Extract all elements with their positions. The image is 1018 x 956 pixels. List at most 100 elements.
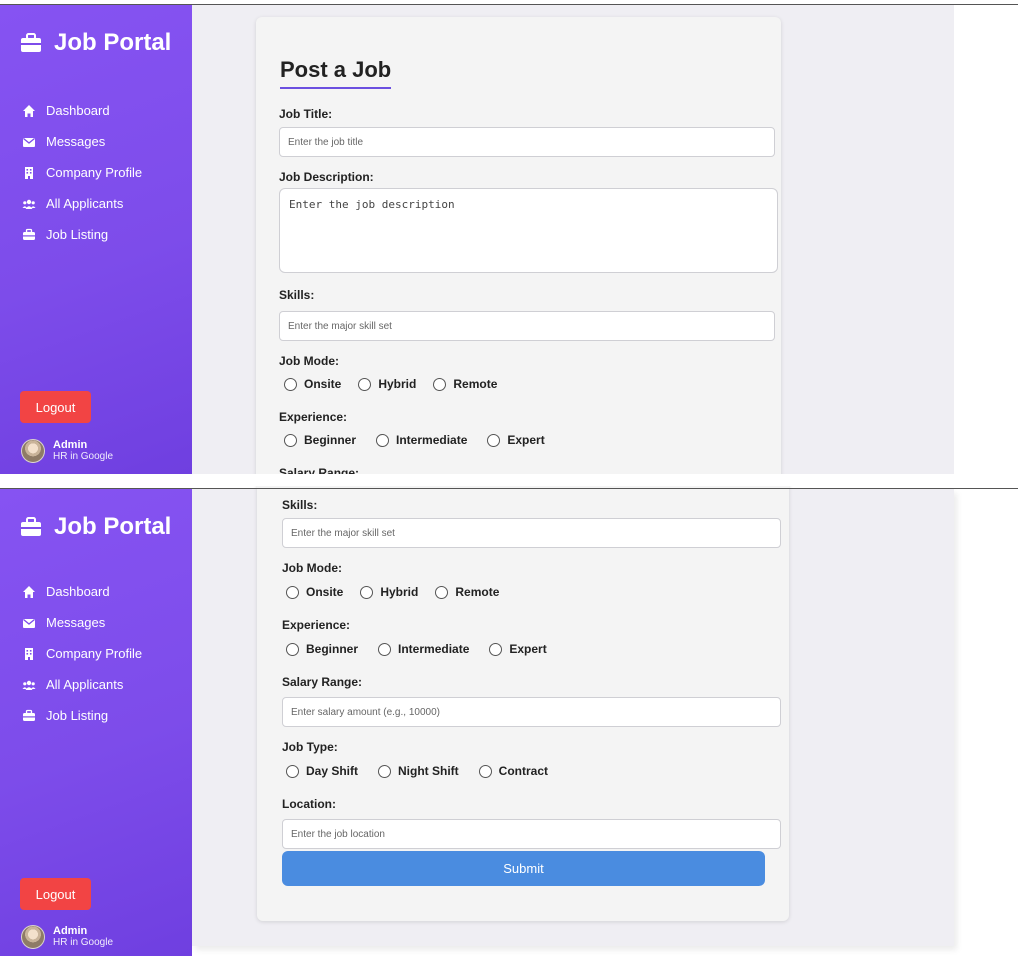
sidebar-item-messages[interactable]: Messages bbox=[22, 607, 142, 638]
location-label: Location: bbox=[282, 797, 336, 811]
avatar bbox=[21, 925, 45, 949]
experience-options: Beginner Intermediate Expert bbox=[284, 433, 562, 447]
radio-label: Remote bbox=[453, 377, 498, 391]
radio-day-shift[interactable]: Day Shift bbox=[286, 764, 358, 778]
radio-circle[interactable] bbox=[489, 642, 503, 656]
submit-button[interactable]: Submit bbox=[282, 851, 765, 886]
radio-intermediate[interactable]: Intermediate bbox=[376, 433, 467, 447]
radio-label: Intermediate bbox=[398, 642, 470, 656]
skills-label: Skills: bbox=[282, 498, 318, 512]
radio-beginner[interactable]: Beginner bbox=[286, 642, 358, 656]
post-job-form: Skills: Job Mode: Onsite Hybrid Remote E… bbox=[257, 486, 789, 921]
briefcase-icon bbox=[23, 709, 35, 721]
radio-hybrid[interactable]: Hybrid bbox=[358, 377, 416, 391]
sidebar-item-dashboard[interactable]: Dashboard bbox=[22, 576, 142, 607]
sidebar-item-messages[interactable]: Messages bbox=[22, 126, 142, 157]
job-type-label: Job Type: bbox=[282, 740, 338, 754]
radio-label: Intermediate bbox=[396, 433, 468, 447]
sidebar-item-label: Job Listing bbox=[46, 708, 109, 723]
sidebar-item-label: Job Listing bbox=[46, 227, 109, 242]
user-role: HR in Google bbox=[53, 451, 114, 462]
radio-onsite[interactable]: Onsite bbox=[286, 585, 343, 599]
radio-circle[interactable] bbox=[286, 642, 299, 656]
users-icon bbox=[22, 680, 36, 690]
sidebar-nav: Dashboard Messages Company Profile All A… bbox=[22, 576, 142, 731]
radio-circle[interactable] bbox=[284, 377, 297, 391]
radio-label: Hybrid bbox=[378, 377, 417, 391]
radio-label: Onsite bbox=[306, 585, 344, 599]
screenshot-bottom: Job Portal Dashboard Messages Company Pr… bbox=[0, 486, 1018, 956]
job-description-textarea[interactable] bbox=[279, 188, 778, 273]
user-profile[interactable]: Admin HR in Google bbox=[21, 439, 113, 463]
sidebar-item-label: All Applicants bbox=[46, 677, 124, 692]
post-job-form: Post a Job Job Title: Job Description: S… bbox=[256, 17, 781, 474]
brand: Job Portal bbox=[20, 29, 171, 57]
user-name: Admin bbox=[53, 439, 88, 451]
radio-remote[interactable]: Remote bbox=[433, 377, 497, 391]
briefcase-icon bbox=[21, 33, 41, 52]
brand: Job Portal bbox=[20, 513, 171, 541]
radio-circle[interactable] bbox=[376, 433, 390, 447]
building-icon bbox=[25, 647, 33, 660]
sidebar-item-job-listing[interactable]: Job Listing bbox=[22, 219, 142, 250]
salary-range-label: Salary Range: bbox=[282, 675, 363, 689]
avatar bbox=[21, 439, 45, 463]
job-type-options: Day Shift Night Shift Contract bbox=[286, 764, 565, 778]
job-title-input[interactable] bbox=[279, 127, 775, 157]
skills-input[interactable] bbox=[279, 311, 775, 341]
sidebar-item-job-listing[interactable]: Job Listing bbox=[22, 700, 142, 731]
radio-circle[interactable] bbox=[358, 377, 372, 391]
radio-circle[interactable] bbox=[487, 433, 501, 447]
radio-circle[interactable] bbox=[286, 764, 299, 778]
envelope-icon bbox=[23, 618, 35, 628]
radio-circle[interactable] bbox=[286, 585, 299, 599]
salary-range-input[interactable] bbox=[282, 697, 781, 727]
sidebar-item-dashboard[interactable]: Dashboard bbox=[22, 95, 142, 126]
user-profile[interactable]: Admin HR in Google bbox=[21, 925, 113, 949]
logout-button[interactable]: Logout bbox=[20, 878, 91, 910]
sidebar: Job Portal Dashboard Messages Company Pr… bbox=[0, 5, 192, 474]
home-icon bbox=[23, 104, 35, 117]
experience-options: Beginner Intermediate Expert bbox=[286, 642, 564, 656]
users-icon bbox=[22, 199, 36, 209]
radio-night-shift[interactable]: Night Shift bbox=[378, 764, 459, 778]
job-title-label: Job Title: bbox=[279, 107, 333, 121]
radio-circle[interactable] bbox=[478, 764, 492, 778]
radio-label: Beginner bbox=[306, 642, 359, 656]
logout-button[interactable]: Logout bbox=[20, 391, 91, 423]
sidebar-item-all-applicants[interactable]: All Applicants bbox=[22, 669, 142, 700]
radio-intermediate[interactable]: Intermediate bbox=[378, 642, 469, 656]
briefcase-icon bbox=[23, 228, 35, 240]
radio-expert[interactable]: Expert bbox=[489, 642, 547, 656]
sidebar-item-company-profile[interactable]: Company Profile bbox=[22, 638, 142, 669]
job-description-label: Job Description: bbox=[279, 170, 374, 184]
radio-circle[interactable] bbox=[360, 585, 374, 599]
radio-expert[interactable]: Expert bbox=[487, 433, 545, 447]
radio-circle[interactable] bbox=[378, 764, 392, 778]
sidebar-item-company-profile[interactable]: Company Profile bbox=[22, 157, 142, 188]
radio-hybrid[interactable]: Hybrid bbox=[360, 585, 418, 599]
radio-beginner[interactable]: Beginner bbox=[284, 433, 356, 447]
job-mode-options: Onsite Hybrid Remote bbox=[286, 585, 516, 599]
screenshot-top: Job Portal Dashboard Messages Company Pr… bbox=[0, 0, 1018, 474]
radio-label: Beginner bbox=[304, 433, 357, 447]
user-role: HR in Google bbox=[53, 937, 114, 948]
location-input[interactable] bbox=[282, 819, 781, 849]
radio-remote[interactable]: Remote bbox=[435, 585, 499, 599]
sidebar-item-label: Company Profile bbox=[46, 165, 143, 180]
radio-circle[interactable] bbox=[378, 642, 392, 656]
radio-onsite[interactable]: Onsite bbox=[284, 377, 341, 391]
sidebar-item-label: Dashboard bbox=[46, 584, 110, 599]
radio-label: Remote bbox=[455, 585, 500, 599]
radio-circle[interactable] bbox=[433, 377, 447, 391]
sidebar-item-all-applicants[interactable]: All Applicants bbox=[22, 188, 142, 219]
radio-label: Contract bbox=[498, 764, 549, 778]
radio-label: Onsite bbox=[304, 377, 342, 391]
sidebar-item-label: Messages bbox=[46, 134, 106, 149]
radio-circle[interactable] bbox=[435, 585, 449, 599]
radio-circle[interactable] bbox=[284, 433, 297, 447]
sidebar-item-label: Company Profile bbox=[46, 646, 143, 661]
user-name: Admin bbox=[53, 925, 88, 937]
skills-input[interactable] bbox=[282, 518, 781, 548]
radio-contract[interactable]: Contract bbox=[478, 764, 549, 778]
